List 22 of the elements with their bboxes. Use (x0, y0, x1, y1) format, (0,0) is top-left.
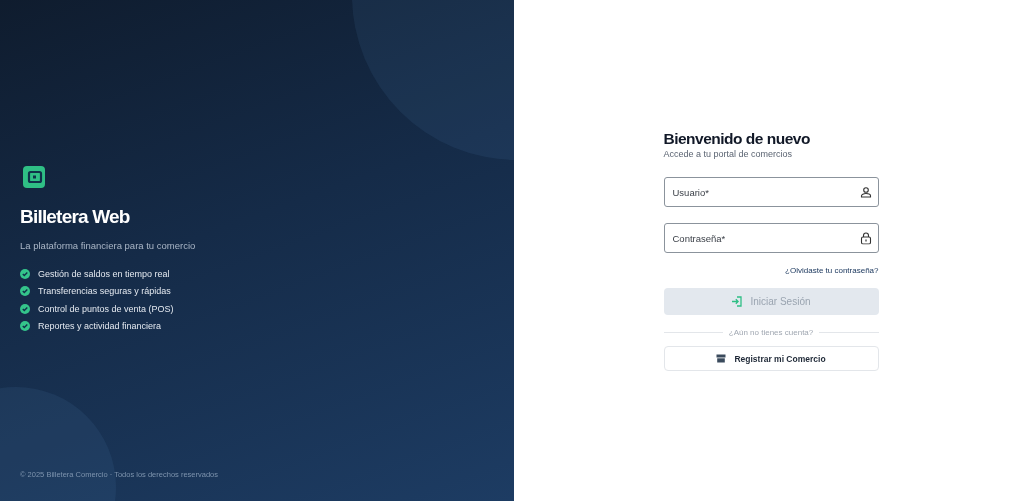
username-field[interactable]: Usuario* (663, 177, 879, 207)
register-button[interactable]: Registrar mi Comercio (663, 346, 879, 371)
store-icon (716, 354, 727, 363)
check-icon (20, 303, 30, 314)
feature-text: Control de puntos de venta (POS) (38, 303, 174, 314)
divider-text: ¿Aún no tienes cuenta? (728, 328, 814, 337)
welcome-subtitle: Accede a tu portal de comercios (663, 149, 794, 159)
password-field[interactable]: Contraseña* (663, 223, 879, 253)
lock-icon (859, 231, 872, 245)
brand-title: Billetera Web (20, 205, 131, 228)
check-icon (20, 321, 30, 332)
feature-text: Gestión de saldos en tiempo real (38, 268, 170, 279)
brand-tagline: La plataforma financiera para tu comercio (20, 239, 197, 251)
forgot-password-link[interactable]: ¿Olvidaste tu contraseña? (785, 266, 879, 275)
check-icon (20, 286, 30, 297)
user-icon (859, 186, 872, 198)
welcome-title: Bienvenido de nuevo (663, 130, 811, 148)
login-icon (731, 296, 743, 307)
feature-text: Reportes y actividad financiera (38, 321, 162, 332)
feature-text: Transferencias seguras y rápidas (38, 286, 171, 297)
check-icon (20, 268, 30, 279)
wallet-icon (22, 164, 46, 189)
